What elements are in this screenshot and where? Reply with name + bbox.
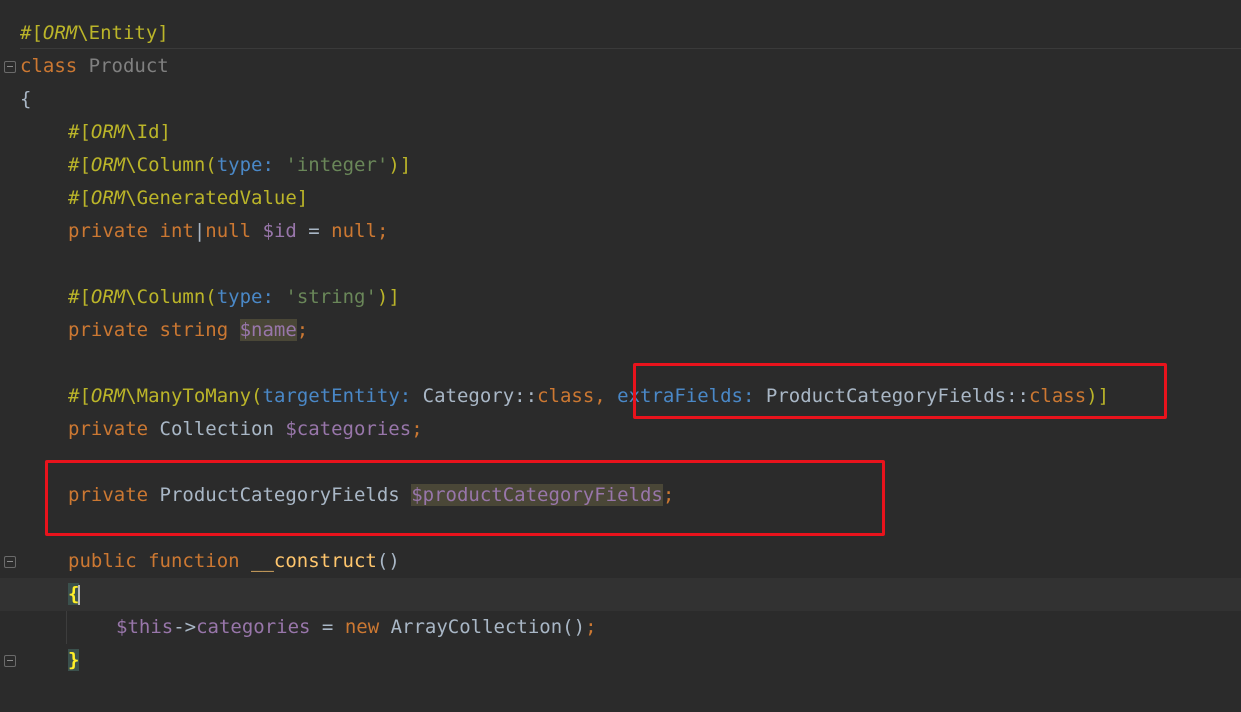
annotation-box-property [45, 460, 885, 536]
attribute-name: \Column( [125, 154, 217, 176]
attribute-close: )] [388, 154, 412, 176]
code-line-4[interactable]: #[ORM\Id] [68, 116, 171, 149]
assign: = [310, 616, 345, 638]
private-keyword: private [68, 418, 160, 440]
semicolon: ; [376, 220, 389, 242]
code-line-16[interactable]: } [68, 644, 80, 677]
method-separator [20, 48, 1241, 49]
attribute-name: \GeneratedValue] [125, 187, 309, 209]
annotation-box-extra-fields [633, 363, 1167, 419]
code-line-13[interactable]: public function __construct() [68, 545, 400, 578]
code-line-8[interactable]: #[ORM\Column(type: 'string')] [68, 281, 400, 314]
private-keyword: private [68, 220, 160, 242]
code-line-1[interactable]: #[ORM\Entity] [20, 17, 169, 50]
orm-namespace: ORM [90, 154, 126, 176]
code-line-7[interactable]: private int|null $id = null; [68, 215, 388, 248]
assign: = [296, 220, 332, 242]
open-brace: { [20, 88, 32, 110]
attribute-name: \Entity] [77, 22, 169, 44]
public-function-keyword: public function [68, 550, 252, 572]
parens: () [376, 550, 400, 572]
attribute-open: #[ [68, 385, 91, 407]
property-name: $name [239, 319, 297, 341]
property-categories: $categories [285, 418, 412, 440]
code-editor[interactable]: #[ORM\Entity] class Product { #[ORM\Id] … [0, 0, 1241, 712]
code-line-6[interactable]: #[ORM\GeneratedValue] [68, 182, 308, 215]
type-int: int [159, 220, 194, 242]
null-literal: null [331, 220, 377, 242]
fold-class-icon[interactable] [4, 61, 16, 73]
string-literal: 'string' [285, 286, 377, 308]
comma: , [594, 385, 618, 407]
code-line-11[interactable]: private Collection $categories; [68, 413, 423, 446]
semicolon: ; [585, 616, 597, 638]
attribute-open: #[ [68, 187, 91, 209]
attribute-name: \ManyToMany( [125, 385, 263, 407]
param-name: type: [216, 286, 274, 308]
new-keyword: new [344, 616, 391, 638]
orm-namespace: ORM [90, 121, 126, 143]
parens: () [562, 616, 586, 638]
union-pipe: | [193, 220, 206, 242]
attribute-close: )] [376, 286, 400, 308]
matched-close-brace: } [68, 649, 80, 671]
fold-method-end-icon[interactable] [4, 655, 16, 667]
categories-prop: categories [196, 616, 311, 638]
attribute-open: #[ [68, 286, 91, 308]
attribute-name: \Column( [125, 286, 217, 308]
attribute-name: \Id] [125, 121, 171, 143]
class-name: Product [88, 55, 169, 77]
attribute-open: #[ [20, 22, 43, 44]
semicolon: ; [296, 319, 309, 341]
this-var: $this [116, 616, 174, 638]
code-line-3[interactable]: { [20, 83, 31, 116]
arrow-operator: -> [173, 616, 197, 638]
attribute-open: #[ [68, 121, 91, 143]
attribute-open: #[ [68, 154, 91, 176]
orm-namespace: ORM [90, 385, 126, 407]
text-caret [78, 584, 81, 605]
category-class-ref: Category:: [411, 385, 538, 407]
code-line-14[interactable]: { [68, 578, 81, 611]
constructor-name: __construct [251, 550, 377, 572]
private-keyword: private string [68, 319, 240, 341]
orm-namespace: ORM [90, 187, 126, 209]
class-keyword: class [537, 385, 595, 407]
code-line-15[interactable]: $this->categories = new ArrayCollection(… [116, 611, 597, 644]
param-target-entity: targetEntity: [262, 385, 412, 407]
code-line-5[interactable]: #[ORM\Column(type: 'integer')] [68, 149, 411, 182]
orm-namespace: ORM [90, 286, 126, 308]
class-keyword: class [20, 55, 89, 77]
code-line-2[interactable]: class Product [20, 50, 169, 83]
string-literal: 'integer' [285, 154, 389, 176]
current-line-highlight [0, 578, 1241, 611]
code-line-9[interactable]: private string $name; [68, 314, 308, 347]
property-id: $id [262, 220, 297, 242]
orm-namespace: ORM [42, 22, 78, 44]
collection-type: Collection [159, 418, 286, 440]
param-name: type: [216, 154, 274, 176]
indent-guide [66, 611, 67, 644]
semicolon: ; [411, 418, 423, 440]
fold-method-icon[interactable] [4, 556, 16, 568]
array-collection-class: ArrayCollection [390, 616, 563, 638]
type-null: null [205, 220, 252, 242]
